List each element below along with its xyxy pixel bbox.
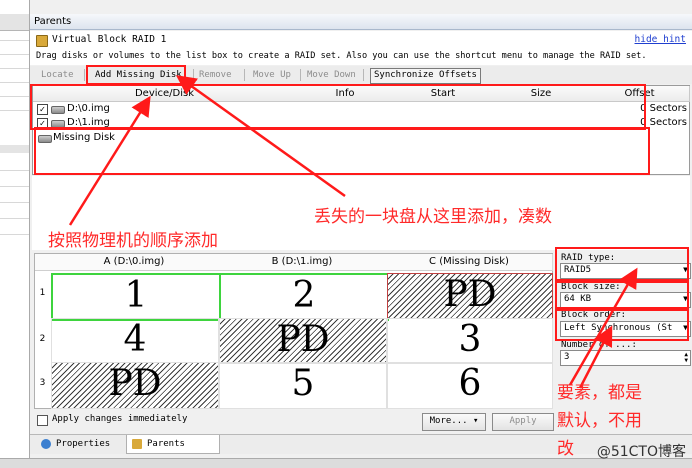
toolbar-separator xyxy=(84,69,85,81)
grid-cell-parity: PD xyxy=(219,318,387,364)
number-of-disks-value: 3 xyxy=(564,352,570,362)
panel-header: Parents xyxy=(30,14,692,30)
grid-row-label: 1 xyxy=(39,288,46,298)
annotation-box-raid-type xyxy=(555,247,689,281)
grid-row-label: 3 xyxy=(39,378,46,388)
grid-cell: 1 xyxy=(51,273,221,321)
raid-layout-grid: A (D:\0.img) B (D:\1.img) C (Missing Dis… xyxy=(34,253,553,409)
bottom-tab-bar: Properties Parents xyxy=(30,434,692,454)
left-side-panel xyxy=(0,0,30,458)
grid-cell-parity: PD xyxy=(387,273,553,319)
properties-icon xyxy=(41,439,51,449)
left-panel-header xyxy=(0,14,29,31)
tab-parents[interactable]: Parents xyxy=(126,435,220,454)
toolbar-separator xyxy=(244,69,245,81)
hide-hint-link[interactable]: hide hint xyxy=(635,34,686,45)
annotation-box-block-size xyxy=(555,281,689,309)
grid-column-header: A (D:\0.img) xyxy=(50,254,219,271)
apply-immediately-label: Apply changes immediately xyxy=(52,414,188,424)
left-row-divider xyxy=(0,40,29,41)
grid-corner xyxy=(35,254,51,271)
tab-properties-label: Properties xyxy=(56,439,111,449)
stepper-arrows-icon[interactable]: ▲ ▼ xyxy=(684,352,688,364)
more-button[interactable]: More... ▾ xyxy=(422,413,486,431)
annotation-missing-note: 丢失的一块盘从这里添加，凑数 xyxy=(314,207,552,227)
grid-row-label: 2 xyxy=(39,334,46,344)
annotation-box-device-list xyxy=(30,84,646,130)
annotation-elements-note-1: 要素，都是 xyxy=(557,383,642,403)
grid-cell-parity: PD xyxy=(51,362,219,409)
raid-icon xyxy=(36,35,48,47)
move-down-button[interactable]: Move Down xyxy=(304,68,359,82)
toolbar-separator xyxy=(193,69,194,81)
left-row-divider xyxy=(0,96,29,97)
grid-column-header: B (D:\1.img) xyxy=(218,254,387,271)
synchronize-offsets-button[interactable]: Synchronize Offsets xyxy=(370,68,481,84)
move-up-button[interactable]: Move Up xyxy=(250,68,294,82)
annotation-order-note: 按照物理机的顺序添加 xyxy=(48,231,218,251)
left-section-header xyxy=(0,145,29,153)
raid-title-row: Virtual Block RAID 1 hide hint xyxy=(30,31,692,49)
left-row-divider xyxy=(0,234,29,235)
left-row-divider xyxy=(0,202,29,203)
toolbar-separator xyxy=(363,69,364,81)
parents-icon xyxy=(132,439,142,449)
annotation-box-block-order xyxy=(555,309,689,341)
disk-offset: 0 Sectors xyxy=(640,103,687,114)
left-row-divider xyxy=(0,110,29,111)
annotation-elements-note-3: 改 xyxy=(557,439,574,459)
left-row-divider xyxy=(0,186,29,187)
grid-cell: 2 xyxy=(219,273,389,321)
locate-button[interactable]: Locate xyxy=(38,68,77,82)
watermark: @51CTO博客 xyxy=(596,444,686,460)
left-row-divider xyxy=(0,82,29,83)
left-row-divider xyxy=(0,68,29,69)
grid-cell: 6 xyxy=(387,362,553,409)
grid-cell: 5 xyxy=(219,362,387,409)
status-bar xyxy=(0,458,692,468)
number-of-disks-stepper[interactable]: 3 ▲ ▼ xyxy=(560,350,691,366)
tab-parents-label: Parents xyxy=(147,439,185,449)
chevron-down-icon: ▾ xyxy=(472,416,479,426)
annotation-box-missing-disk xyxy=(34,127,650,175)
left-row-divider xyxy=(0,170,29,171)
toolbar-separator xyxy=(300,69,301,81)
left-row-divider xyxy=(0,218,29,219)
annotation-box-add-missing xyxy=(86,65,186,85)
hint-description: Drag disks or volumes to the list box to… xyxy=(30,49,692,65)
grid-cell: 3 xyxy=(387,318,553,364)
apply-button[interactable]: Apply xyxy=(492,413,554,431)
raid-title: Virtual Block RAID 1 xyxy=(52,34,167,45)
grid-cell: 4 xyxy=(51,318,219,364)
apply-immediately-checkbox[interactable] xyxy=(37,415,48,426)
grid-column-header: C (Missing Disk) xyxy=(386,254,553,271)
left-row-divider xyxy=(0,54,29,55)
number-of-disks-label: Number of ...: xyxy=(561,340,637,350)
annotation-elements-note-2: 默认，不用 xyxy=(557,411,642,431)
remove-button[interactable]: Remove xyxy=(196,68,235,82)
more-button-label: More... xyxy=(429,416,468,426)
